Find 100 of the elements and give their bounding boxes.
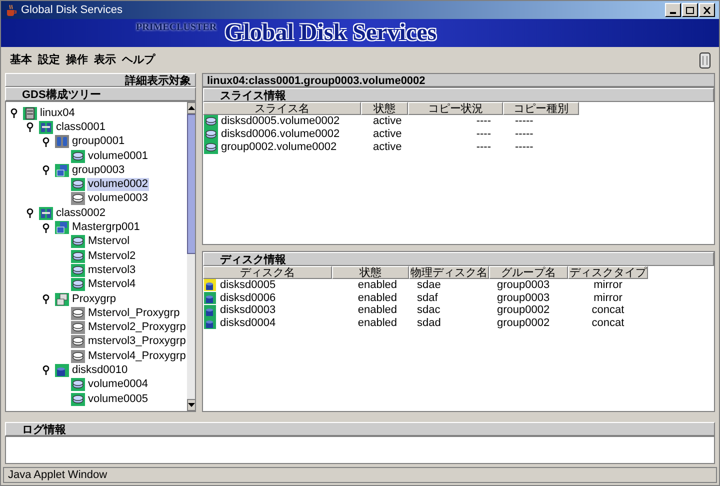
column-header[interactable]: ディスクタイプ: [568, 266, 648, 279]
product-name: Global Disk Services: [224, 20, 437, 46]
tree-item[interactable]: mstervol3: [87, 264, 137, 277]
tree-item[interactable]: Mastergrp001: [71, 221, 141, 234]
table-cell-text: ----: [475, 114, 492, 130]
volume-icon: [71, 306, 85, 320]
toggle-icon[interactable]: [10, 108, 20, 118]
tree-item[interactable]: disksd0010: [71, 364, 129, 377]
table-cell-text: -----: [514, 114, 534, 130]
tree-item[interactable]: group0003: [71, 164, 126, 177]
menu-item[interactable]: 設定: [35, 52, 63, 68]
class-icon: [39, 120, 53, 134]
tree-item[interactable]: mstervol3_Proxygrp: [87, 335, 187, 348]
tree-item[interactable]: class0001: [55, 120, 107, 134]
table-cell-text: group0002.volume0002: [220, 140, 338, 156]
tree-item[interactable]: Mstervol_Proxygrp: [87, 306, 181, 320]
group-icon: [55, 135, 69, 148]
tree-item[interactable]: volume0005: [87, 392, 149, 406]
tree-item[interactable]: Mstervol: [87, 235, 131, 248]
close-button[interactable]: [699, 3, 715, 17]
menu-item[interactable]: ヘルプ: [119, 52, 158, 68]
toggle-icon[interactable]: [42, 222, 52, 233]
tree-item[interactable]: Mstervol2_Proxygrp: [87, 321, 187, 334]
tree-item[interactable]: volume0002: [87, 178, 149, 192]
column-header[interactable]: 状態: [332, 266, 409, 279]
toggle-icon[interactable]: [42, 136, 52, 147]
tree-item[interactable]: Mstervol4: [87, 278, 137, 292]
table-cell-text: enabled: [356, 303, 398, 318]
column-header[interactable]: グループ名: [489, 266, 568, 279]
scrollbar[interactable]: [186, 102, 195, 411]
panel-header: 詳細表示対象: [5, 73, 196, 87]
minimize-button[interactable]: [665, 3, 681, 17]
table-cell-text: disksd0006.volume0002: [220, 127, 341, 142]
up-arrow-icon: [188, 106, 195, 110]
tree-item[interactable]: class0002: [55, 206, 107, 220]
table-cell-text: -----: [514, 127, 534, 142]
column-header[interactable]: 物理ディスク名: [409, 266, 489, 279]
volume-icon: [204, 115, 218, 128]
table-cell-text: group0002: [496, 316, 551, 332]
column-header[interactable]: コピー状況: [408, 102, 503, 115]
table-cell-text: active: [372, 114, 403, 129]
volume-icon: [71, 278, 85, 292]
volume-icon: [204, 128, 218, 141]
volume-icon: [71, 235, 85, 248]
volume-icon: [204, 141, 218, 154]
volume-icon: [71, 264, 85, 277]
table-cell-text: enabled: [356, 290, 398, 305]
table-cell-text: group0002: [496, 304, 551, 318]
column-header[interactable]: 状態: [361, 102, 408, 115]
volume-icon: [71, 250, 85, 263]
group-icon: [55, 292, 69, 306]
close-icon: [703, 6, 711, 14]
maximize-button[interactable]: [682, 3, 698, 17]
table-cell-text: group0003: [496, 290, 551, 305]
class-icon: [39, 206, 53, 220]
table-cell-text: sdaf: [416, 290, 439, 305]
table-cell-text: concat: [590, 316, 626, 332]
tree-item[interactable]: Mstervol4_Proxygrp: [87, 350, 187, 363]
panel-header: ディスク情報: [203, 252, 714, 266]
tree-item[interactable]: Proxygrp: [71, 292, 118, 306]
volume-icon: [71, 192, 85, 206]
status-bar: Java Applet Window: [3, 467, 717, 483]
volume-icon: [71, 350, 85, 363]
table-cell-text: sdae: [416, 278, 442, 293]
menu-item[interactable]: 表示: [91, 52, 119, 68]
column-header[interactable]: スライス名: [203, 102, 361, 115]
table-cell-text: ----: [475, 127, 492, 142]
panel-header: ログ情報: [5, 422, 715, 436]
group-icon: [55, 221, 69, 234]
table-cell-text: sdac: [416, 303, 442, 318]
toggle-icon[interactable]: [42, 165, 52, 176]
down-arrow-icon: [188, 403, 195, 407]
table-cell-text: group0003: [496, 278, 551, 293]
trash-can-icon[interactable]: [699, 51, 711, 69]
table-cell-text: active: [372, 127, 403, 142]
tree-item[interactable]: linux04: [39, 106, 76, 120]
tree-item[interactable]: volume0003: [87, 192, 149, 206]
toggle-icon[interactable]: [26, 122, 36, 132]
toggle-icon[interactable]: [42, 294, 52, 304]
menu-item[interactable]: 操作: [63, 52, 91, 68]
panel-header: GDS構成ツリー: [5, 87, 196, 101]
table-cell-text: concat: [590, 303, 626, 318]
panel-header: スライス情報: [203, 88, 714, 102]
maximize-icon: [686, 6, 694, 14]
tree-item[interactable]: group0001: [71, 135, 126, 148]
volume-icon: [71, 392, 85, 406]
toggle-icon[interactable]: [42, 365, 52, 376]
table-cell-text: mirror: [592, 290, 624, 306]
window-title: Global Disk Services: [21, 2, 124, 18]
toggle-icon[interactable]: [26, 208, 36, 218]
tree-item[interactable]: Mstervol2: [87, 250, 137, 263]
column-header[interactable]: コピー種別: [503, 102, 579, 115]
tree-item[interactable]: volume0001: [87, 150, 149, 163]
column-header[interactable]: ディスク名: [203, 266, 332, 279]
coffee-cup-icon: [5, 4, 17, 16]
table-cell-text: enabled: [356, 316, 398, 332]
volume-icon: [71, 178, 85, 192]
path-label: linux04:class0001.group0003.volume0002: [202, 73, 715, 87]
tree-item[interactable]: volume0004: [87, 378, 149, 392]
menu-item[interactable]: 基本: [7, 52, 35, 68]
